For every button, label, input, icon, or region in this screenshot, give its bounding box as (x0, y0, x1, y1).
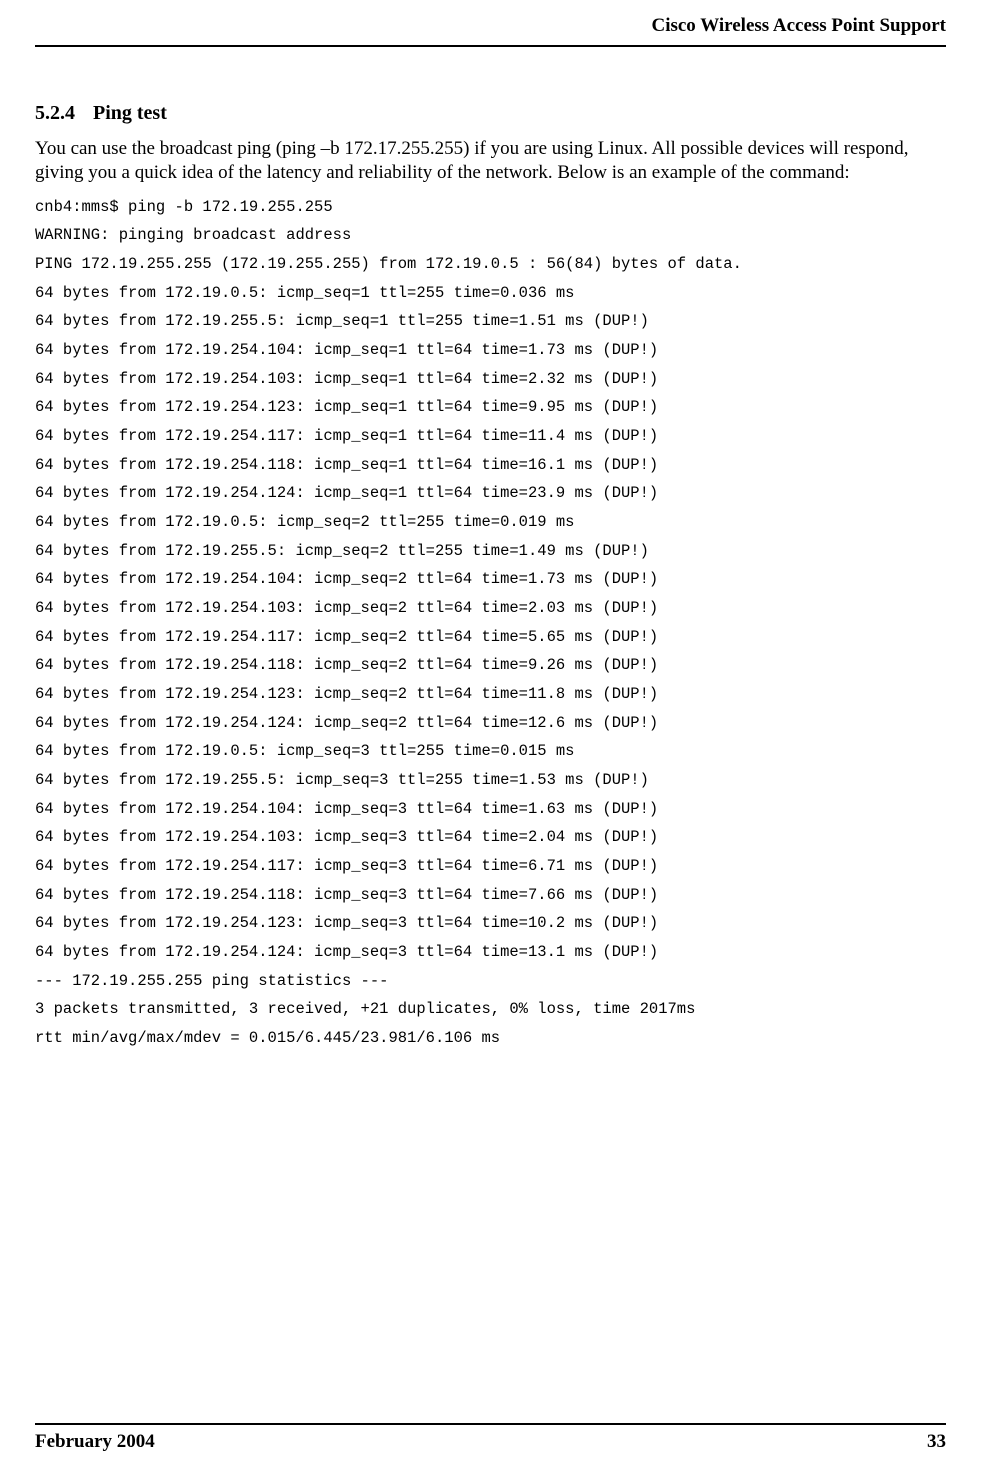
section-heading: 5.2.4 Ping test (35, 102, 946, 125)
section-title: Ping test (93, 102, 167, 124)
header-title: Cisco Wireless Access Point Support (651, 15, 946, 36)
page-header: Cisco Wireless Access Point Support (35, 15, 946, 47)
page-container: Cisco Wireless Access Point Support 5.2.… (0, 0, 981, 1483)
page-footer: February 2004 33 (35, 1423, 946, 1453)
footer-page-number: 33 (927, 1431, 946, 1453)
section-paragraph: You can use the broadcast ping (ping –b … (35, 137, 946, 185)
code-block: cnb4:mms$ ping -b 172.19.255.255 WARNING… (35, 193, 946, 1053)
footer-date: February 2004 (35, 1431, 155, 1453)
section-number: 5.2.4 (35, 102, 75, 125)
